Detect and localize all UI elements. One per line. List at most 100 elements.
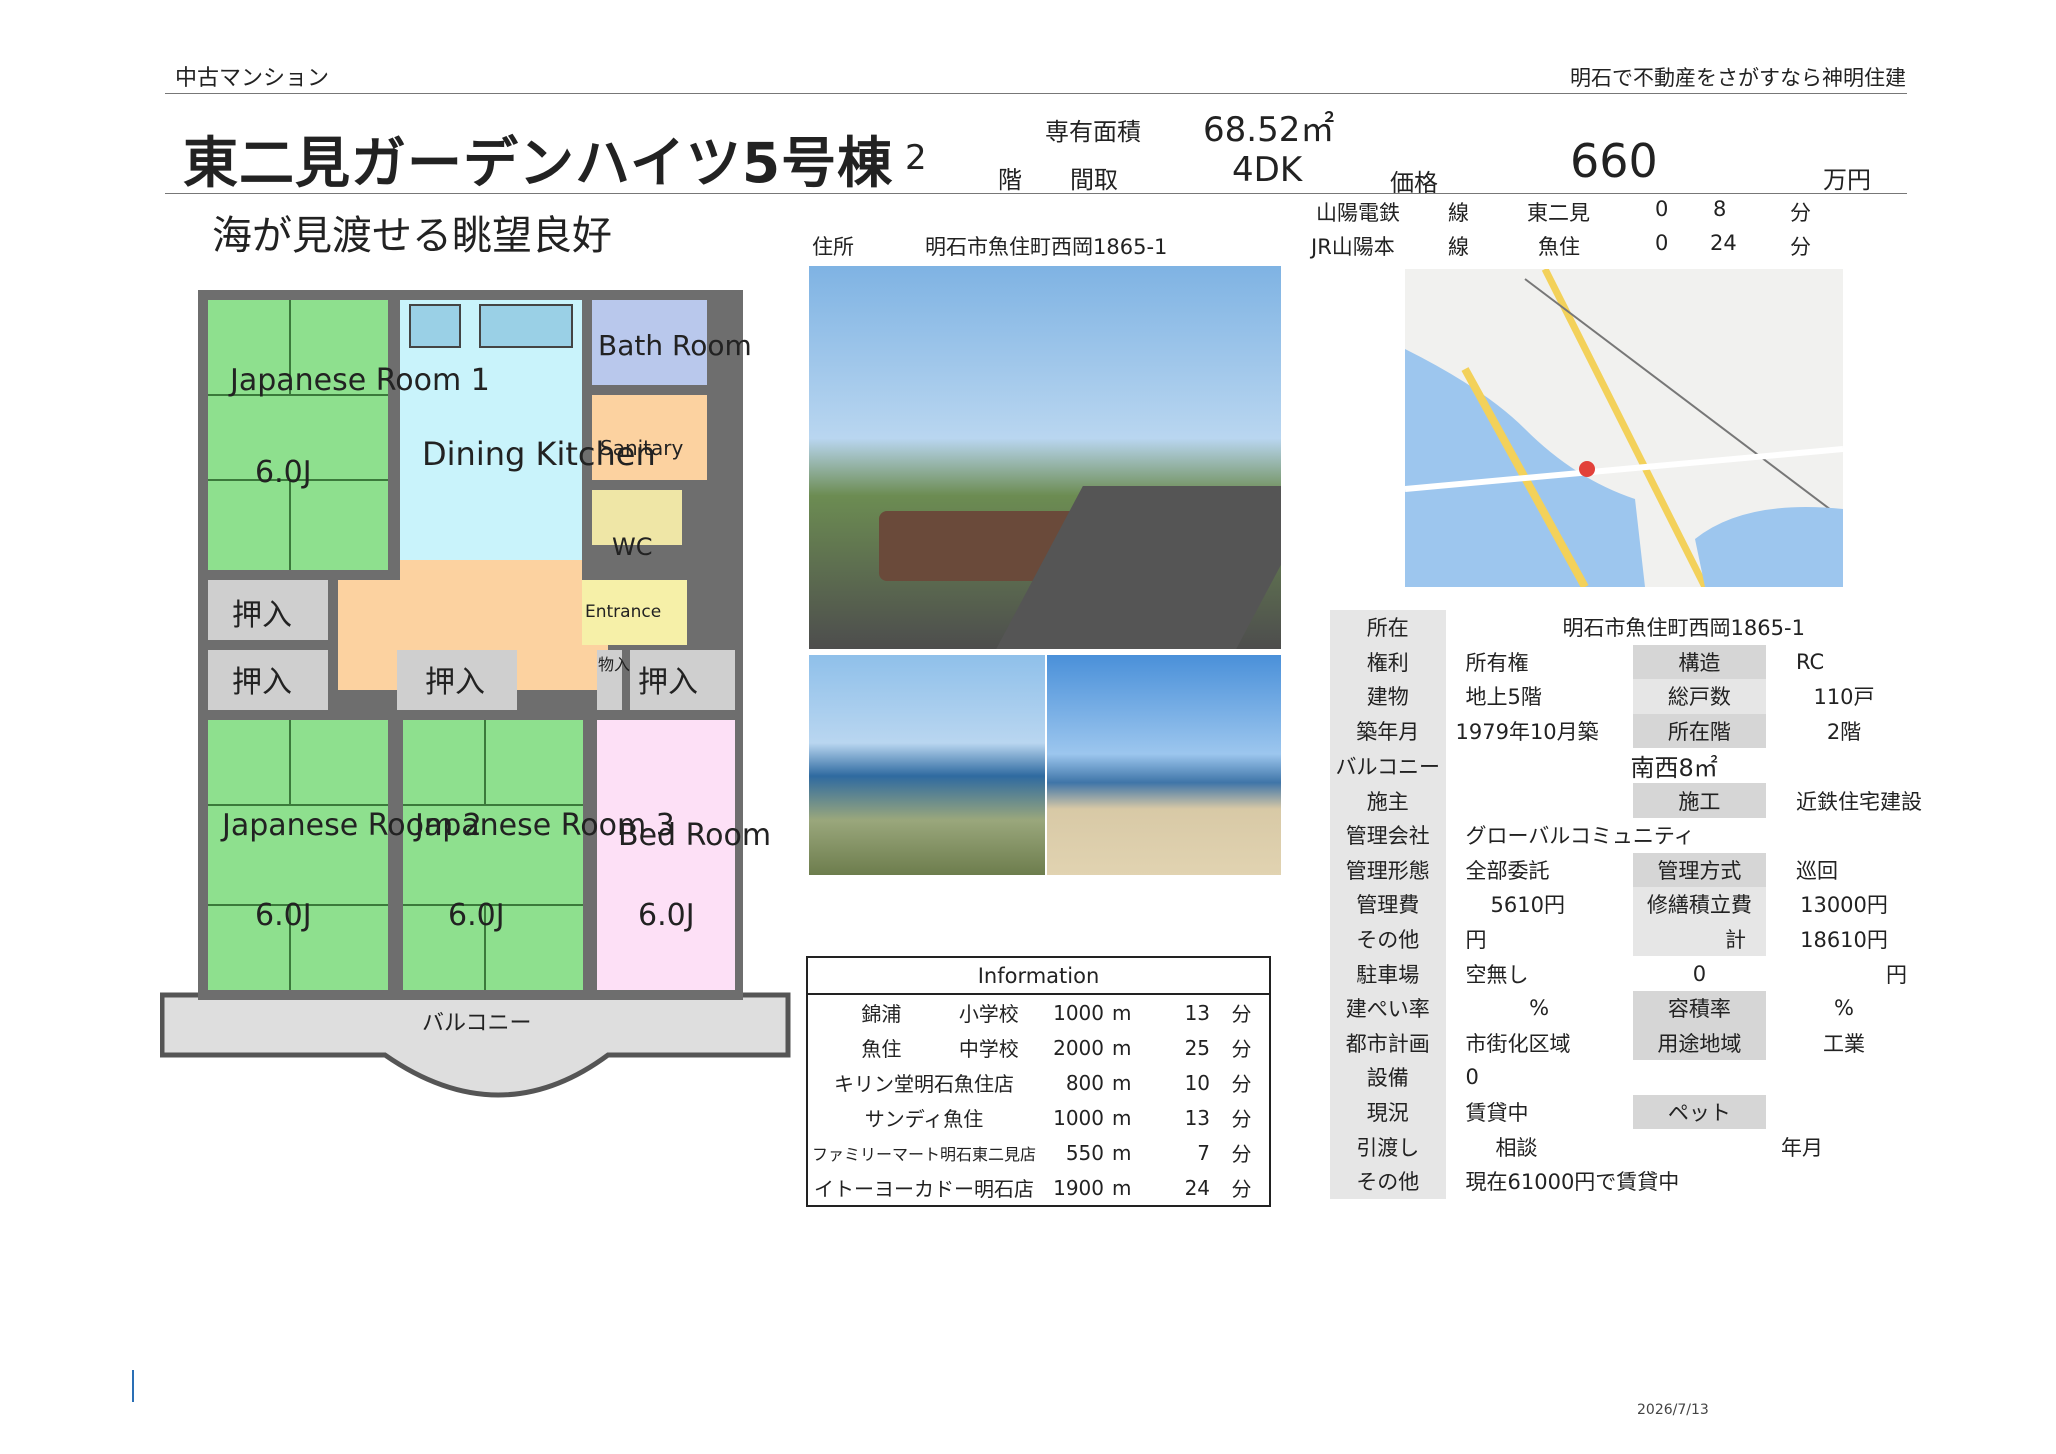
title-divider — [165, 193, 1907, 194]
spec-key: 所在階 — [1632, 713, 1766, 749]
spec-key: 設備 — [1330, 1060, 1446, 1095]
info-dist: 1000 — [1053, 1000, 1105, 1025]
spec-value: 地上5階 — [1465, 685, 1542, 710]
property-title: 東二見ガーデンハイツ5号棟 — [183, 131, 894, 195]
spec-key: 建物 — [1330, 679, 1446, 714]
label-jr2-size: 6.0J — [255, 898, 312, 933]
spec-value: 賃貸中 — [1465, 1101, 1529, 1126]
table-row: その他 現在61000円で賃貸中 — [1330, 1163, 1922, 1199]
spec-unit: 年月 — [1781, 1135, 1823, 1160]
sink-icon — [479, 304, 573, 348]
access-d2: 8 — [1713, 197, 1727, 221]
info-name: 錦浦 — [861, 1002, 902, 1026]
label-bath: Bath Room — [598, 329, 752, 362]
spec-value — [1766, 1095, 1922, 1130]
spec-key: 管理形態 — [1330, 852, 1446, 888]
spec-unit: % — [1529, 996, 1550, 1021]
table-row: 引渡し 相談 年月 — [1330, 1129, 1922, 1164]
table-row: 管理費 5610円 修繕積立費 13000円 — [1330, 887, 1922, 922]
info-m: m — [1112, 1000, 1132, 1025]
label-balcony: バルコニー — [422, 1011, 532, 1036]
spec-value: 0 — [1692, 961, 1707, 986]
info-min: 25 — [1184, 1035, 1211, 1060]
info-name: ファミリーマート明石東二見店 — [812, 1144, 1037, 1164]
spec-value: 明石市魚住町西岡1865-1 — [1562, 616, 1805, 641]
info-dist: 1900 — [1053, 1175, 1105, 1200]
table-row: ファミリーマート明石東二見店 550 m 7 分 — [807, 1135, 1270, 1170]
spec-value: 5610円 — [1490, 893, 1565, 918]
info-name: キリン堂明石魚住店 — [834, 1072, 1014, 1096]
spec-key: 容積率 — [1632, 990, 1766, 1026]
table-row: 駐車場 空無し 0 円 — [1330, 956, 1922, 991]
address-value: 明石市魚住町西岡1865-1 — [925, 235, 1168, 259]
info-m: m — [1112, 1105, 1132, 1130]
spec-value: 1979年10月築 — [1455, 720, 1599, 745]
spec-value — [1446, 783, 1633, 818]
spec-key: 所在 — [1330, 610, 1446, 645]
spec-value: 相談 — [1495, 1135, 1538, 1160]
info-dist: 800 — [1065, 1070, 1105, 1095]
info-min: 10 — [1184, 1070, 1211, 1095]
price-value: 660 — [1570, 134, 1658, 188]
print-date: 2026/7/13 — [1637, 1402, 1709, 1418]
layout-label: 間取 — [1070, 166, 1118, 194]
spec-key: ペット — [1632, 1094, 1766, 1130]
info-min: 7 — [1197, 1140, 1211, 1165]
spec-value: 所有権 — [1465, 650, 1529, 675]
spec-key: 修繕積立費 — [1632, 887, 1766, 922]
info-dist: 2000 — [1053, 1035, 1105, 1060]
japanese-room-3 — [403, 720, 583, 990]
access-line: JR山陽本 — [1311, 235, 1395, 259]
spec-key: 駐車場 — [1330, 956, 1446, 991]
spec-key: 用途地域 — [1632, 1025, 1766, 1061]
spec-key: 権利 — [1330, 644, 1446, 680]
area-map — [1405, 269, 1843, 587]
spec-key: その他 — [1330, 921, 1446, 957]
spec-value: 全部委託 — [1465, 858, 1550, 883]
page-marker — [132, 1370, 134, 1402]
sea-photo-1 — [809, 655, 1045, 875]
table-row: 権利 所有権 構造 RC — [1330, 644, 1922, 680]
access-line: 山陽電鉄 — [1316, 201, 1400, 225]
sea-photo-2 — [1047, 655, 1281, 875]
table-row: 魚住 中学校 2000 m 25 分 — [807, 1030, 1270, 1065]
label-bed: Bed Room — [618, 818, 771, 853]
info-name: 魚住 — [861, 1037, 902, 1061]
spec-key: バルコニー — [1330, 748, 1446, 784]
spec-key: 管理会社 — [1330, 817, 1446, 853]
info-unit: 分 — [1231, 1107, 1252, 1131]
spec-key: 総戸数 — [1632, 679, 1766, 714]
label-entrance: Entrance — [585, 602, 661, 622]
floor-unit: 階 — [998, 166, 1022, 194]
table-row: 現況 賃貸中 ペット — [1330, 1094, 1922, 1130]
access-d1: 0 — [1655, 197, 1669, 221]
info-name: イトーヨーカドー明石店 — [814, 1177, 1034, 1201]
map-pin-icon — [1579, 461, 1595, 477]
table-row: 設備 0 — [1330, 1060, 1922, 1095]
area-label: 専有面積 — [1045, 118, 1141, 146]
info-min: 24 — [1184, 1175, 1211, 1200]
table-row: 建ぺい率 % 容積率 % — [1330, 990, 1922, 1026]
floor-value: 2 — [905, 138, 927, 178]
spec-key: 都市計画 — [1330, 1025, 1446, 1061]
label-sanitary: Sanitary — [600, 436, 684, 460]
label-wc: WC — [612, 533, 653, 561]
spec-key: 現況 — [1330, 1094, 1446, 1130]
company-tagline: 明石で不動産をさがすなら神明住建 — [1570, 66, 1906, 90]
label-jr3-size: 6.0J — [448, 898, 505, 933]
label-storage: 物入 — [598, 655, 630, 674]
info-dist: 1000 — [1053, 1105, 1105, 1130]
spec-value: 110戸 — [1813, 685, 1875, 710]
table-row: キリン堂明石魚住店 800 m 10 分 — [807, 1065, 1270, 1100]
spec-value: 円 — [1465, 928, 1487, 953]
japanese-room-1 — [208, 300, 388, 570]
access-station: 魚住 — [1538, 235, 1580, 259]
spec-value: 空無し — [1465, 962, 1529, 987]
spec-key: 施工 — [1632, 783, 1766, 818]
floor-plan: Japanese Room 1 6.0J Dining Kitchen Bath… — [160, 290, 791, 1098]
spec-key: 構造 — [1632, 644, 1766, 680]
spec-key: 築年月 — [1330, 713, 1446, 749]
label-jr1-size: 6.0J — [255, 455, 312, 490]
info-unit: 分 — [1231, 1177, 1252, 1201]
spec-value: 巡回 — [1796, 858, 1838, 883]
